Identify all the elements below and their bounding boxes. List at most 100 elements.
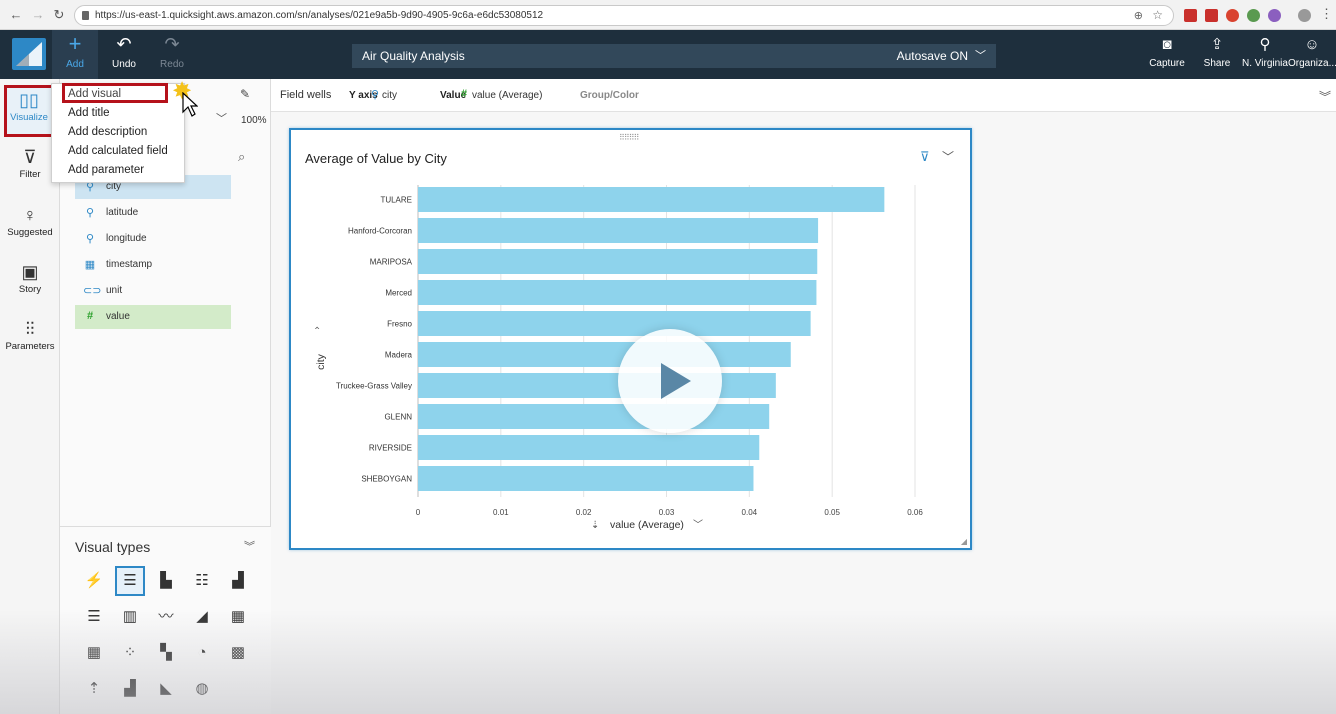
extension-icon[interactable] (1205, 9, 1218, 22)
mouse-cursor-icon (182, 92, 198, 117)
lightbulb-icon: ♀ (23, 205, 37, 225)
reload-icon[interactable]: ↻ (51, 7, 67, 23)
percent-horizontal-bar-icon[interactable]: ☰ (79, 602, 109, 632)
value-well-field[interactable]: value (Average) (472, 90, 542, 101)
visual-title[interactable]: Average of Value by City (305, 151, 447, 166)
sort-icon[interactable]: ⇣ (591, 520, 599, 531)
tree-map-icon[interactable]: ▚ (151, 638, 181, 668)
browser-menu-icon[interactable]: ⋮ (1320, 6, 1333, 22)
undo-icon: ↶ (116, 34, 132, 54)
stacked-horizontal-bar-icon[interactable]: ☷ (187, 566, 217, 596)
filter-icon[interactable]: ⊽ (920, 149, 930, 165)
search-icon[interactable]: ⌕ (238, 149, 245, 165)
bar[interactable] (418, 373, 776, 398)
field-longitude[interactable]: ⚲ longitude (75, 227, 231, 251)
bar[interactable] (418, 342, 791, 367)
horizontal-bar-icon[interactable]: ☰ (115, 566, 145, 596)
browser-toolbar: ← → ↻ https://us-east-1.quicksight.aws.a… (0, 0, 1336, 30)
video-play-button[interactable] (618, 329, 722, 433)
table-icon[interactable]: ▦ (79, 638, 109, 668)
stacked-vertical-bar-icon[interactable]: ▟ (223, 566, 253, 596)
forward-icon[interactable]: → (30, 7, 46, 23)
field-latitude[interactable]: ⚲ latitude (75, 201, 231, 225)
rail-suggested[interactable]: ♀ Suggested (0, 203, 60, 238)
region-button[interactable]: ⚲ N. Virginia (1242, 30, 1288, 79)
y-axis-well-field[interactable]: city (382, 90, 397, 101)
scatter-plot-icon[interactable]: ⁘ (115, 638, 145, 668)
field-timestamp[interactable]: ▦ timestamp (75, 253, 231, 277)
heat-map-icon[interactable]: ▩ (223, 638, 253, 668)
bar[interactable] (418, 218, 819, 243)
bar[interactable] (418, 466, 754, 491)
account-label: Organiza... (1288, 58, 1336, 69)
analysis-title-bar[interactable]: Air Quality Analysis Autosave ON ﹀ (352, 44, 996, 68)
combo-line-bar-icon[interactable]: ◣ (151, 674, 181, 704)
pivot-table-icon[interactable]: ▦ (223, 602, 253, 632)
account-button[interactable]: ☺ Organiza... (1288, 30, 1336, 79)
menu-add-description[interactable]: Add description (68, 126, 147, 138)
rail-parameters[interactable]: ⫶⫶ Parameters (0, 317, 60, 352)
zoom-icon[interactable]: ⊕ (1134, 9, 1143, 22)
chevron-right-icon[interactable]: › (312, 326, 323, 330)
share-button[interactable]: ⇪ Share (1198, 30, 1236, 79)
dataset-chevron-icon[interactable]: ﹀ (216, 110, 236, 130)
bar[interactable] (418, 311, 811, 336)
extension-icon[interactable] (1247, 9, 1260, 22)
autograph-icon[interactable]: ⚡ (79, 566, 109, 596)
autosave-toggle[interactable]: Autosave ON (897, 49, 968, 63)
bar[interactable] (418, 187, 885, 212)
profile-avatar-icon[interactable] (1298, 9, 1311, 22)
quicksight-logo[interactable] (12, 38, 46, 70)
geospatial-map-icon[interactable]: ◍ (187, 674, 217, 704)
bar-chart-icon: ▯▯ (19, 90, 39, 110)
chevron-down-icon[interactable]: ﹀ (942, 148, 954, 165)
kpi-icon[interactable]: ⇡ (79, 674, 109, 704)
drag-handle-icon[interactable]: ⠿⠿⠿⠿ (619, 133, 639, 142)
undo-button[interactable]: ↶ Undo (101, 30, 147, 79)
gmail-extension-icon[interactable] (1184, 9, 1197, 22)
location-icon: ⚲ (371, 89, 380, 101)
percent-vertical-bar-icon[interactable]: ▥ (115, 602, 145, 632)
redo-button[interactable]: ↷ Redo (149, 30, 195, 79)
double-chevron-down-icon[interactable]: ︾ (1319, 88, 1331, 105)
chevron-down-icon[interactable]: ﹀ (693, 519, 703, 531)
rail-visualize-label: Visualize (10, 112, 48, 123)
field-value[interactable]: # value (75, 305, 231, 329)
line-chart-icon[interactable]: 〰 (151, 602, 181, 632)
abp-extension-icon[interactable] (1226, 9, 1239, 22)
area-chart-icon[interactable]: ◢ (187, 602, 217, 632)
bar[interactable] (418, 435, 760, 460)
bar[interactable] (418, 280, 817, 305)
x-axis-title[interactable]: value (Average) (610, 519, 684, 531)
visual-card[interactable]: TULARE Hanford-Corcoran MARIPOSA Merced Fres… (289, 128, 972, 550)
menu-add-parameter[interactable]: Add parameter (68, 164, 144, 176)
y-axis-title[interactable]: city (315, 353, 327, 370)
add-button[interactable]: + Add (52, 30, 98, 79)
rail-story[interactable]: ▣ Story (0, 260, 60, 295)
x-tick-label: 0 (416, 508, 421, 517)
combo-chart-icon[interactable]: ▟ (115, 674, 145, 704)
resize-grip-icon[interactable]: ◢ (961, 537, 967, 546)
bookmark-star-icon[interactable]: ☆ (1152, 8, 1163, 22)
group-color-well[interactable]: Group/Color (580, 90, 639, 101)
user-icon: ☺ (1304, 36, 1320, 53)
extension-icon[interactable] (1268, 9, 1281, 22)
bar[interactable] (418, 249, 818, 274)
field-unit[interactable]: ⊂⊃ unit (75, 279, 231, 303)
chevron-down-icon[interactable]: ﹀ (975, 47, 986, 63)
back-icon[interactable]: ← (8, 7, 24, 23)
field-name: unit (106, 285, 123, 296)
story-icon: ▣ (21, 262, 39, 282)
pie-chart-icon[interactable]: ◔ (187, 638, 217, 668)
x-tick-label: 0.04 (742, 508, 758, 517)
rail-visualize[interactable]: ▯▯ Visualize (4, 85, 54, 137)
capture-button[interactable]: ◙ Capture (1146, 30, 1188, 79)
vertical-bar-icon[interactable]: ▙ (151, 566, 181, 596)
bar[interactable] (418, 404, 770, 429)
menu-add-title[interactable]: Add title (68, 107, 110, 119)
address-bar[interactable]: https://us-east-1.quicksight.aws.amazon.… (74, 5, 1174, 26)
redo-label: Redo (160, 59, 184, 70)
pencil-icon[interactable]: ✎ (240, 87, 250, 101)
menu-add-calculated-field[interactable]: Add calculated field (68, 145, 168, 157)
double-chevron-down-icon[interactable]: ︾ (244, 538, 255, 554)
